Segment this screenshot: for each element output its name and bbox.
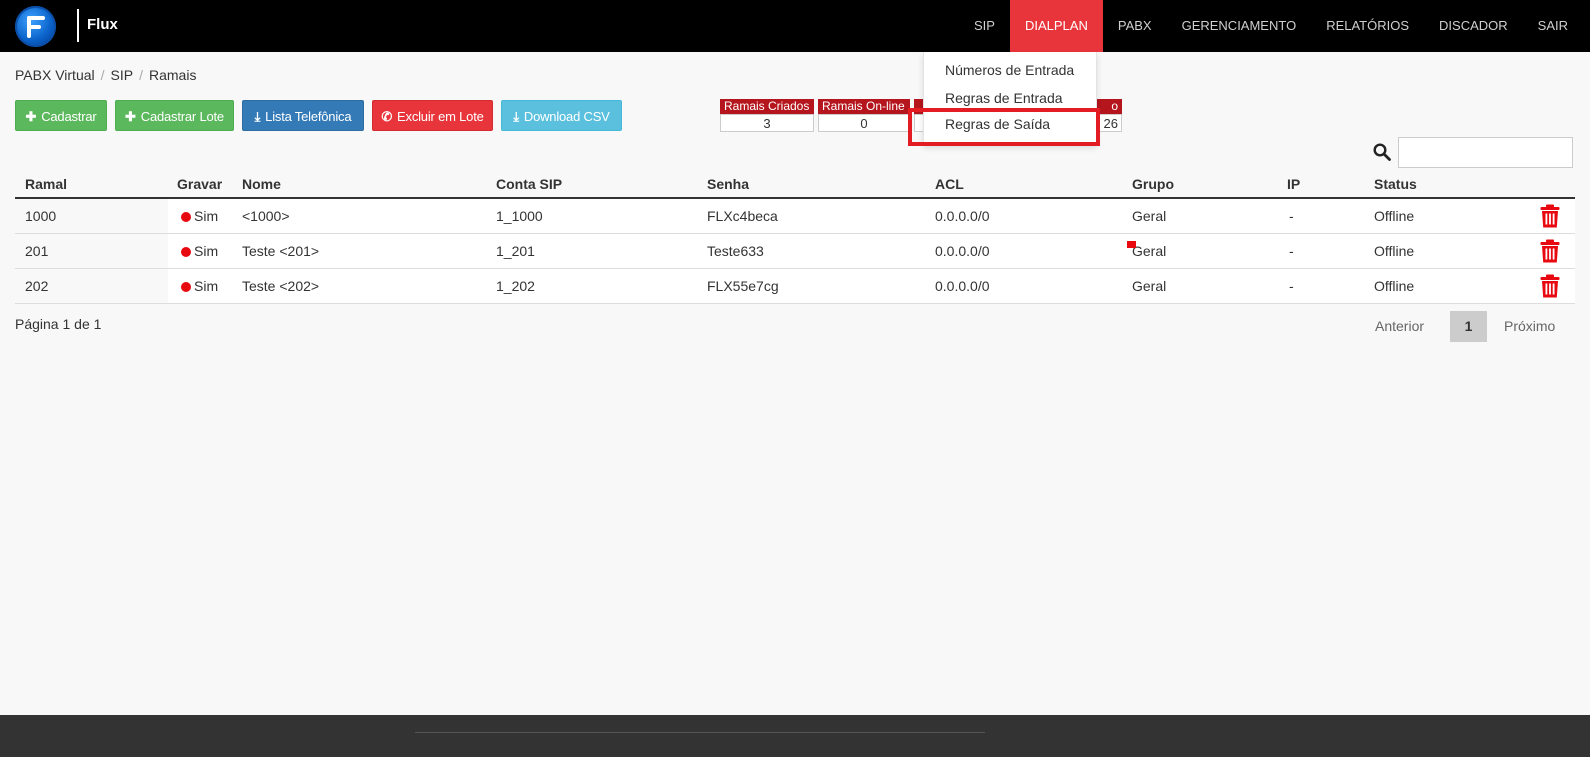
col-header-gravar[interactable]: Gravar [177,176,222,192]
stat-ramais-criados: Ramais Criados 3 [720,99,814,133]
nav-item-sip[interactable]: SIP [959,0,1010,52]
trash-icon[interactable] [1540,239,1560,263]
nav-item-dialplan[interactable]: DIALPLAN [1009,0,1103,52]
plus-icon: ✚ [25,109,37,124]
page-info: Página 1 de 1 [15,316,102,332]
cell-ramal: 1000 [25,208,57,224]
cell-conta-sip: 1_202 [496,278,535,294]
cell-grupo: Geral [1132,243,1167,259]
cursor-marker [1127,241,1136,248]
cell-acl: 0.0.0.0/0 [935,208,990,224]
pagination-next[interactable]: Próximo [1504,311,1555,342]
nav-item-relatorios[interactable]: RELATÓRIOS [1311,0,1424,52]
footer-divider [415,732,985,733]
cell-ramal: 202 [25,278,49,294]
download-icon: ⤓ [513,109,519,124]
cell-gravar: Sim [181,243,218,259]
stat-value: 0 [818,114,910,132]
cell-conta-sip: 1_201 [496,243,535,259]
lista-telefonica-button[interactable]: ⤓ Lista Telefônica [242,100,364,131]
cell-ip: - [1289,208,1294,224]
col-header-conta-sip[interactable]: Conta SIP [496,176,562,192]
brand-name[interactable]: Flux [87,16,118,33]
excluir-lote-button[interactable]: ✆ Excluir em Lote [372,100,493,131]
nav-item-sair[interactable]: SAIR [1523,0,1590,52]
stat-ramais-online: Ramais On-line 0 [818,99,910,133]
recording-dot-icon [181,212,191,222]
table-row[interactable]: 201 Sim Teste <201> 1_201 Teste633 0.0.0… [15,234,1575,269]
col-header-nome[interactable]: Nome [242,176,281,192]
highlight-annotation-box [908,108,1100,146]
plus-icon: ✚ [125,109,136,124]
col-header-ramal[interactable]: Ramal [25,176,67,192]
col-header-grupo[interactable]: Grupo [1132,176,1174,192]
table-row[interactable]: 1000 Sim <1000> 1_1000 FLXc4beca 0.0.0.0… [15,199,1575,234]
cell-gravar: Sim [181,208,218,224]
flux-logo-icon[interactable] [15,6,56,47]
stat-value: 3 [720,114,814,132]
table-row[interactable]: 202 Sim Teste <202> 1_202 FLX55e7cg 0.0.… [15,269,1575,304]
cell-grupo: Geral [1132,208,1167,224]
col-header-status[interactable]: Status [1374,176,1417,192]
download-csv-button[interactable]: ⤓ Download CSV [501,100,622,131]
phone-icon: ✆ [381,109,393,124]
pagination-current-page[interactable]: 1 [1450,311,1487,342]
cell-status: Offline [1374,208,1415,224]
pagination-prev[interactable]: Anterior [1375,311,1424,342]
cell-ip: - [1289,243,1294,259]
col-header-acl[interactable]: ACL [935,176,964,192]
stat-label: Ramais Criados [720,99,814,114]
cell-senha: FLXc4beca [707,208,778,224]
top-navbar: Flux SIP DIALPLAN PABX GERENCIAMENTO REL… [0,0,1590,52]
cell-acl: 0.0.0.0/0 [935,278,990,294]
col-header-ip[interactable]: IP [1287,176,1300,192]
cell-senha: Teste633 [707,243,764,259]
breadcrumb-item-ramais: Ramais [149,67,197,83]
stat-label: Ramais On-line [818,99,910,114]
cell-grupo: Geral [1132,278,1167,294]
cell-nome: Teste <201> [242,243,320,259]
breadcrumb: PABX Virtual / SIP / Ramais [15,67,197,83]
cell-gravar: Sim [181,278,218,294]
recording-dot-icon [181,282,191,292]
cell-acl: 0.0.0.0/0 [935,243,990,259]
cell-ramal: 201 [25,243,49,259]
brand-divider [77,9,79,42]
nav-item-pabx[interactable]: PABX [1103,0,1167,52]
search-input[interactable] [1398,137,1573,168]
cell-senha: FLX55e7cg [707,278,779,294]
cell-ip: - [1289,278,1294,294]
nav-item-discador[interactable]: DISCADOR [1424,0,1523,52]
col-header-senha[interactable]: Senha [707,176,749,192]
cell-status: Offline [1374,243,1415,259]
nav-item-gerenciamento[interactable]: GERENCIAMENTO [1167,0,1312,52]
menu-item-regras-entrada[interactable]: Regras de Entrada [945,90,1063,106]
search-icon [1373,143,1391,161]
trash-icon[interactable] [1540,274,1560,298]
breadcrumb-item-pabx-virtual[interactable]: PABX Virtual [15,67,95,83]
cell-nome: Teste <202> [242,278,320,294]
cell-status: Offline [1374,278,1415,294]
cell-nome: <1000> [242,208,290,224]
cell-conta-sip: 1_1000 [496,208,543,224]
cadastrar-button[interactable]: ✚ Cadastrar [15,100,107,131]
menu-item-numeros-entrada[interactable]: Números de Entrada [945,62,1074,78]
trash-icon[interactable] [1540,204,1560,228]
cadastrar-lote-button[interactable]: ✚ Cadastrar Lote [115,100,234,131]
ramais-table: Ramal Gravar Nome Conta SIP Senha ACL Gr… [15,170,1575,304]
recording-dot-icon [181,247,191,257]
breadcrumb-item-sip[interactable]: SIP [111,67,134,83]
footer [0,715,1590,757]
download-icon: ⤓ [254,109,261,124]
main-nav: SIP DIALPLAN PABX GERENCIAMENTO RELATÓRI… [959,0,1590,52]
table-header: Ramal Gravar Nome Conta SIP Senha ACL Gr… [15,170,1575,199]
